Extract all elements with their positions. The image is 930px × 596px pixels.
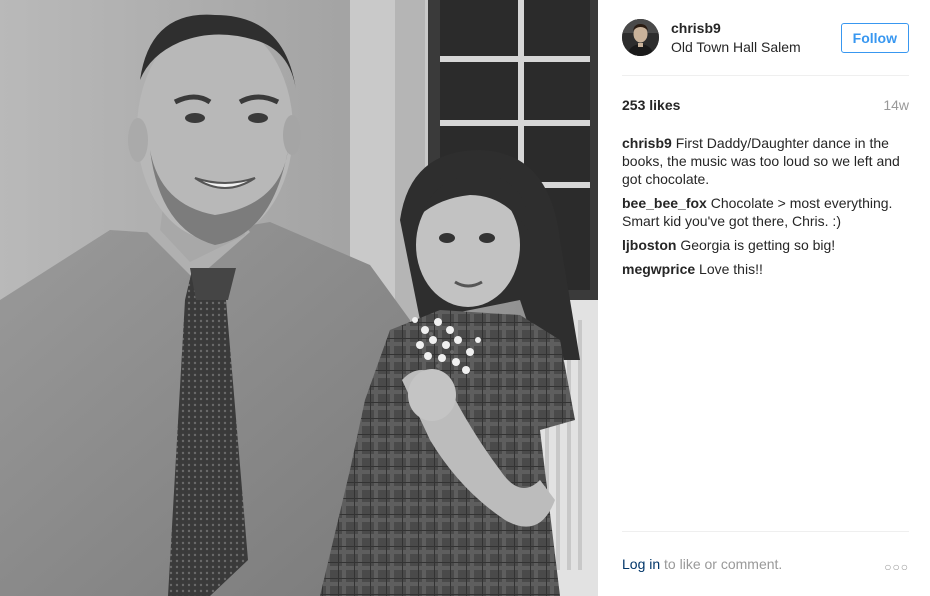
post-header: chrisb9 Old Town Hall Salem Follow [622, 0, 909, 76]
avatar-image [622, 19, 659, 56]
login-link[interactable]: Log in [622, 556, 660, 572]
login-prompt: Log in to like or comment. [622, 556, 782, 572]
comment-username-link[interactable]: bee_bee_fox [622, 195, 707, 211]
photo-image [0, 0, 598, 596]
post-owner: chrisb9 Old Town Hall Salem [671, 19, 841, 57]
comment-item: bee_bee_fox Chocolate > most everything.… [622, 194, 909, 230]
owner-username-link[interactable]: chrisb9 [671, 19, 841, 38]
comment-item: megwprice Love this!! [622, 260, 909, 278]
post-photo[interactable] [0, 0, 598, 596]
comment-username-link[interactable]: ljboston [622, 237, 676, 253]
comment-text: Georgia is getting so big! [680, 237, 836, 253]
caption-comment: chrisb9 First Daddy/Daughter dance in th… [622, 134, 909, 188]
location-link[interactable]: Old Town Hall Salem [671, 38, 841, 57]
comment-item: ljboston Georgia is getting so big! [622, 236, 909, 254]
comment-username-link[interactable]: megwprice [622, 261, 695, 277]
more-options-icon[interactable]: ○○○ [884, 556, 909, 574]
post-sidebar: chrisb9 Old Town Hall Salem Follow 253 l… [598, 0, 930, 596]
post-footer: Log in to like or comment. ○○○ [622, 531, 909, 596]
comment-list: chrisb9 First Daddy/Daughter dance in th… [622, 132, 909, 278]
follow-button[interactable]: Follow [840, 22, 909, 53]
post-viewer: chrisb9 Old Town Hall Salem Follow 253 l… [0, 0, 930, 596]
login-prompt-text: to like or comment. [664, 556, 783, 572]
post-meta: 253 likes 14w [622, 76, 909, 132]
post-age[interactable]: 14w [883, 97, 909, 113]
comment-text: Love this!! [699, 261, 763, 277]
likes-count[interactable]: 253 likes [622, 97, 680, 113]
comment-username-link[interactable]: chrisb9 [622, 135, 672, 151]
avatar[interactable] [622, 19, 659, 56]
